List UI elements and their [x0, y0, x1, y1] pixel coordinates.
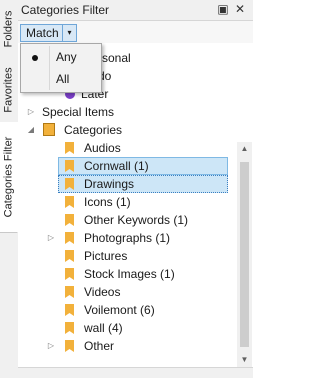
tag-icon [63, 249, 77, 263]
vertical-scrollbar[interactable]: ▲ ▼ [237, 142, 252, 367]
tree-item-label: Cornwall (1) [84, 159, 149, 173]
tag-icon [63, 159, 77, 173]
menu-item-label: Any [56, 50, 77, 64]
categories-icon [43, 123, 57, 137]
scrollbar-thumb[interactable] [240, 162, 249, 347]
tag-icon [63, 321, 77, 335]
tag-icon [63, 141, 77, 155]
menu-item-any[interactable]: Any [21, 46, 101, 68]
tree-item-category[interactable]: wall (4) [18, 319, 228, 337]
tag-icon [63, 303, 77, 317]
tab-categories-filter[interactable]: Categories Filter [0, 122, 18, 233]
expand-arrow-icon[interactable]: ▷ [46, 232, 56, 244]
status-bar [18, 368, 253, 378]
tree-item-label: Drawings [84, 177, 135, 191]
scroll-up-icon[interactable]: ▲ [237, 142, 252, 156]
tree-item-special-items[interactable]: ▷ Special Items [18, 103, 228, 121]
tree-item-label: Stock Images (1) [84, 267, 175, 281]
tree-item-label: Audios [84, 141, 121, 155]
close-panel-icon[interactable]: ✕ [233, 2, 247, 16]
tree-item-category-focused[interactable]: Drawings [58, 175, 228, 193]
tab-favorites[interactable]: Favorites [0, 58, 17, 123]
expand-arrow-icon[interactable]: ▷ [46, 340, 56, 352]
tree-item-label: Special Items [42, 105, 115, 119]
match-dropdown-menu: Any All [20, 43, 102, 93]
tab-folders-label: Folders [2, 10, 15, 48]
tree-item-label: Pictures [84, 249, 128, 263]
filter-toolbar: Match ▾ [18, 21, 253, 43]
match-button-label: Match [26, 26, 59, 40]
tag-icon [63, 267, 77, 281]
tag-icon [63, 231, 77, 245]
tree-item-label: rsonal [98, 51, 131, 65]
tab-folders[interactable]: Folders [0, 0, 17, 59]
tree-item-category[interactable]: Voilemont (6) [18, 301, 228, 319]
tree-item-label: Other [84, 339, 115, 353]
tree-item-label: Photographs (1) [84, 231, 171, 245]
tag-icon [63, 213, 77, 227]
chevron-down-icon[interactable]: ▾ [62, 25, 76, 41]
tree-item-category[interactable]: ▷ Other [18, 337, 228, 355]
tag-icon [63, 195, 77, 209]
side-tab-strip: Folders Favorites Categories Filter [0, 0, 19, 378]
tree-item-category[interactable]: Icons (1) [18, 193, 228, 211]
tree-item-category[interactable]: ▷ Photographs (1) [18, 229, 228, 247]
tag-icon [63, 177, 77, 191]
tag-icon [63, 285, 77, 299]
tree-item-label: Icons (1) [84, 195, 131, 209]
tree-item-category[interactable]: Audios [18, 139, 228, 157]
tree-item-label: Voilemont (6) [84, 303, 155, 317]
menu-item-label: All [56, 72, 70, 86]
tree-item-label: Videos [84, 285, 121, 299]
tree-item-categories[interactable]: ◢ Categories [18, 121, 228, 139]
float-panel-icon[interactable]: ▣ [216, 2, 230, 16]
panel-titlebar: Categories Filter ▣ ✕ [18, 0, 253, 21]
tree-item-label: Categories [64, 123, 123, 137]
tree-item-label: Other Keywords (1) [84, 213, 189, 227]
expand-arrow-icon[interactable]: ▷ [26, 106, 36, 118]
collapse-arrow-icon[interactable]: ◢ [26, 124, 36, 136]
tag-icon [63, 339, 77, 353]
menu-item-all[interactable]: All [21, 68, 101, 90]
tree-item-category[interactable]: Videos [18, 283, 228, 301]
match-button[interactable]: Match ▾ [20, 24, 77, 42]
panel-title: Categories Filter [21, 3, 110, 17]
tree-item-label: wall (4) [84, 321, 123, 335]
radio-bullet-icon [32, 55, 38, 61]
tree-item-category[interactable]: Other Keywords (1) [18, 211, 228, 229]
scroll-down-icon[interactable]: ▼ [237, 353, 252, 367]
tab-categories-filter-label: Categories Filter [2, 136, 15, 218]
tree-item-category[interactable]: Pictures [18, 247, 228, 265]
tree-item-category[interactable]: Stock Images (1) [18, 265, 228, 283]
tab-favorites-label: Favorites [2, 67, 15, 113]
tree-item-category-selected[interactable]: Cornwall (1) [58, 157, 228, 175]
